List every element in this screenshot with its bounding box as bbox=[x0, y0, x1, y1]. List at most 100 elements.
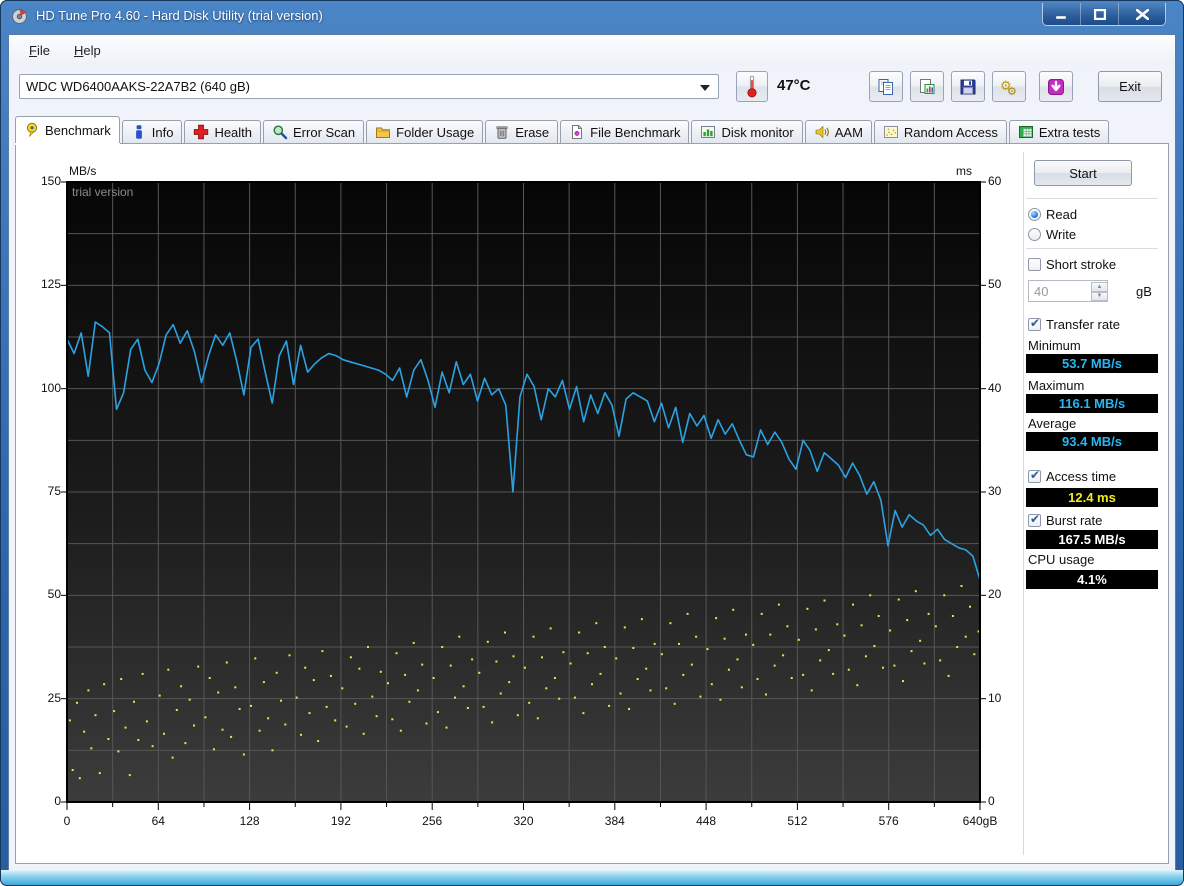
spinner-arrows: ▲ ▼ bbox=[1091, 282, 1108, 301]
copy-image-icon bbox=[917, 77, 937, 97]
write-radio-circle[interactable] bbox=[1028, 227, 1041, 241]
tab-disk-monitor[interactable]: Disk monitor bbox=[691, 120, 803, 143]
short-stroke-checkbox[interactable]: Short stroke bbox=[1028, 256, 1116, 272]
tab-label: Benchmark bbox=[45, 122, 111, 138]
capacity-value: 40 bbox=[1034, 283, 1049, 299]
tab-info[interactable]: Info bbox=[121, 120, 183, 143]
spinner-up-icon[interactable]: ▲ bbox=[1091, 282, 1108, 292]
minimize-button[interactable] bbox=[1043, 3, 1081, 25]
options-button[interactable]: ⚙ ⚙ bbox=[992, 71, 1026, 102]
divider bbox=[1026, 248, 1158, 250]
y-axis-tick-label: 0 bbox=[54, 794, 61, 808]
capacity-spinner[interactable]: 40 ▲ ▼ bbox=[1028, 280, 1108, 302]
app-window: HD Tune Pro 4.60 - Hard Disk Utility (tr… bbox=[0, 0, 1184, 886]
burst-rate-box[interactable] bbox=[1028, 512, 1041, 527]
x-axis-tick-label: 128 bbox=[239, 814, 260, 828]
x-axis-tick-label: 448 bbox=[696, 814, 717, 828]
tab-folder-usage[interactable]: Folder Usage bbox=[366, 120, 484, 143]
transfer-rate-box[interactable] bbox=[1028, 316, 1041, 331]
average-value: 93.4 MB/s bbox=[1026, 432, 1158, 451]
window-body: File Help WDC WD6400AAKS-22A7B2 (640 gB) … bbox=[8, 34, 1176, 870]
menu-item-file[interactable]: File bbox=[19, 40, 60, 61]
save-button[interactable] bbox=[951, 71, 985, 102]
x-axis-tick-label: 256 bbox=[422, 814, 443, 828]
exit-button[interactable]: Exit bbox=[1098, 71, 1162, 102]
disk-monitor-icon bbox=[700, 124, 716, 140]
thermometer-icon bbox=[747, 75, 757, 98]
maximize-button[interactable] bbox=[1081, 3, 1119, 25]
read-radio-circle[interactable] bbox=[1028, 207, 1041, 221]
aam-icon bbox=[814, 124, 830, 140]
average-label: Average bbox=[1028, 416, 1077, 431]
tab-random-access[interactable]: Random Access bbox=[873, 120, 1007, 143]
access-time-label: Access time bbox=[1046, 468, 1117, 484]
y-axis-tick-label: 125 bbox=[40, 277, 61, 292]
read-label: Read bbox=[1046, 206, 1078, 222]
chevron-down-icon bbox=[700, 85, 710, 91]
copy-image-button[interactable] bbox=[910, 71, 944, 102]
health-icon bbox=[193, 124, 209, 140]
burst-rate-value: 167.5 MB/s bbox=[1026, 530, 1158, 549]
spinner-down-icon[interactable]: ▼ bbox=[1091, 291, 1108, 301]
download-icon bbox=[1046, 77, 1066, 97]
write-label: Write bbox=[1046, 226, 1077, 242]
right-axis-tick-label: 60 bbox=[988, 174, 1002, 188]
access-time-box[interactable] bbox=[1028, 468, 1041, 483]
x-axis-tick-label: 64 bbox=[151, 814, 165, 828]
benchmark-icon bbox=[24, 122, 40, 138]
window-title: HD Tune Pro 4.60 - Hard Disk Utility (tr… bbox=[36, 8, 323, 23]
benchmark-panel: MB/s ms trial version Start Read Write S… bbox=[15, 143, 1169, 864]
tab-label: Extra tests bbox=[1038, 124, 1101, 140]
left-axis-unit: MB/s bbox=[69, 164, 97, 178]
divider bbox=[1026, 198, 1158, 200]
toolbar-buttons: ⚙ ⚙ bbox=[869, 71, 1073, 102]
save-icon bbox=[958, 77, 978, 97]
maximum-label: Maximum bbox=[1028, 378, 1085, 393]
short-stroke-box[interactable] bbox=[1028, 257, 1041, 271]
options-icon: ⚙ ⚙ bbox=[999, 77, 1019, 98]
extra-tests-icon bbox=[1018, 124, 1034, 140]
transfer-rate-checkbox[interactable]: Transfer rate bbox=[1028, 316, 1120, 332]
access-time-value: 12.4 ms bbox=[1026, 488, 1158, 507]
tab-label: Health bbox=[214, 124, 253, 140]
right-axis-tick-label: 0 bbox=[988, 794, 995, 808]
tab-health[interactable]: Health bbox=[184, 120, 262, 143]
chart-svg: trial version bbox=[61, 181, 986, 810]
copy-icon bbox=[876, 77, 896, 97]
minimum-label: Minimum bbox=[1028, 338, 1081, 353]
copy-text-button[interactable] bbox=[869, 71, 903, 102]
svg-text:⚙: ⚙ bbox=[1007, 86, 1017, 97]
y-axis-tick-label: 150 bbox=[40, 174, 61, 188]
tab-label: File Benchmark bbox=[590, 124, 681, 140]
title-bar[interactable]: HD Tune Pro 4.60 - Hard Disk Utility (tr… bbox=[0, 0, 1184, 34]
close-button[interactable] bbox=[1119, 3, 1165, 25]
menu-item-help[interactable]: Help bbox=[64, 40, 111, 61]
y-axis-tick-label: 50 bbox=[47, 587, 61, 602]
start-button[interactable]: Start bbox=[1034, 160, 1132, 186]
x-axis-tick-label: 640gB bbox=[962, 814, 998, 828]
download-button[interactable] bbox=[1039, 71, 1073, 102]
write-radio[interactable]: Write bbox=[1028, 226, 1076, 242]
right-axis-tick-label: 10 bbox=[988, 690, 1002, 705]
right-axis-tick-label: 30 bbox=[988, 484, 1002, 498]
access-time-checkbox[interactable]: Access time bbox=[1028, 468, 1116, 484]
temperature-button[interactable] bbox=[736, 71, 768, 102]
trial-watermark: trial version bbox=[72, 185, 133, 199]
capacity-unit: gB bbox=[1136, 283, 1152, 299]
x-axis-tick-label: 320 bbox=[513, 814, 534, 828]
tab-erase[interactable]: Erase bbox=[485, 120, 559, 143]
info-icon bbox=[131, 124, 147, 140]
tab-file-benchmark[interactable]: File Benchmark bbox=[560, 120, 690, 143]
right-axis-unit: ms bbox=[956, 164, 972, 178]
window-controls bbox=[1042, 3, 1166, 26]
drive-select[interactable]: WDC WD6400AAKS-22A7B2 (640 gB) bbox=[19, 74, 719, 99]
tab-extra-tests[interactable]: Extra tests bbox=[1008, 120, 1110, 143]
tab-label: Error Scan bbox=[293, 124, 356, 140]
erase-icon bbox=[494, 124, 510, 140]
tab-error-scan[interactable]: Error Scan bbox=[263, 120, 365, 143]
tab-benchmark[interactable]: Benchmark bbox=[15, 116, 120, 143]
burst-rate-checkbox[interactable]: Burst rate bbox=[1028, 512, 1102, 528]
read-radio[interactable]: Read bbox=[1028, 206, 1077, 222]
tab-aam[interactable]: AAM bbox=[804, 120, 872, 143]
benchmark-controls: Start Read Write Short stroke 40 ▲ ▼ gB … bbox=[1024, 144, 1166, 863]
